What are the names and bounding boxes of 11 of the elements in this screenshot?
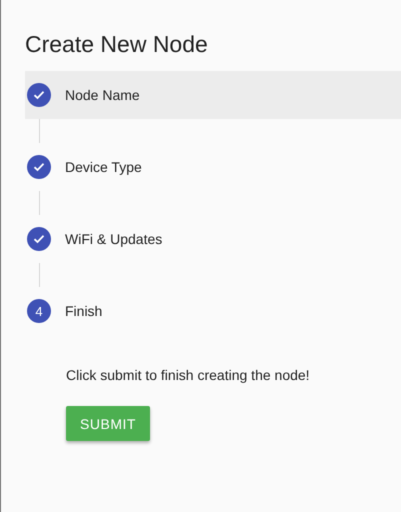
step-row[interactable]: Device Type: [25, 143, 401, 191]
page-title: Create New Node: [24, 30, 209, 59]
finish-message: Click submit to finish creating the node!: [66, 366, 311, 384]
step-number: 4: [27, 299, 51, 323]
step-row[interactable]: WiFi & Updates: [25, 215, 401, 263]
step-label: Node Name: [65, 87, 140, 103]
step-label: Finish: [65, 303, 102, 319]
step-row[interactable]: Node Name: [25, 71, 401, 119]
step-row[interactable]: 4 Finish: [25, 287, 401, 335]
step-label: WiFi & Updates: [65, 231, 162, 247]
step-label: Device Type: [65, 159, 142, 175]
